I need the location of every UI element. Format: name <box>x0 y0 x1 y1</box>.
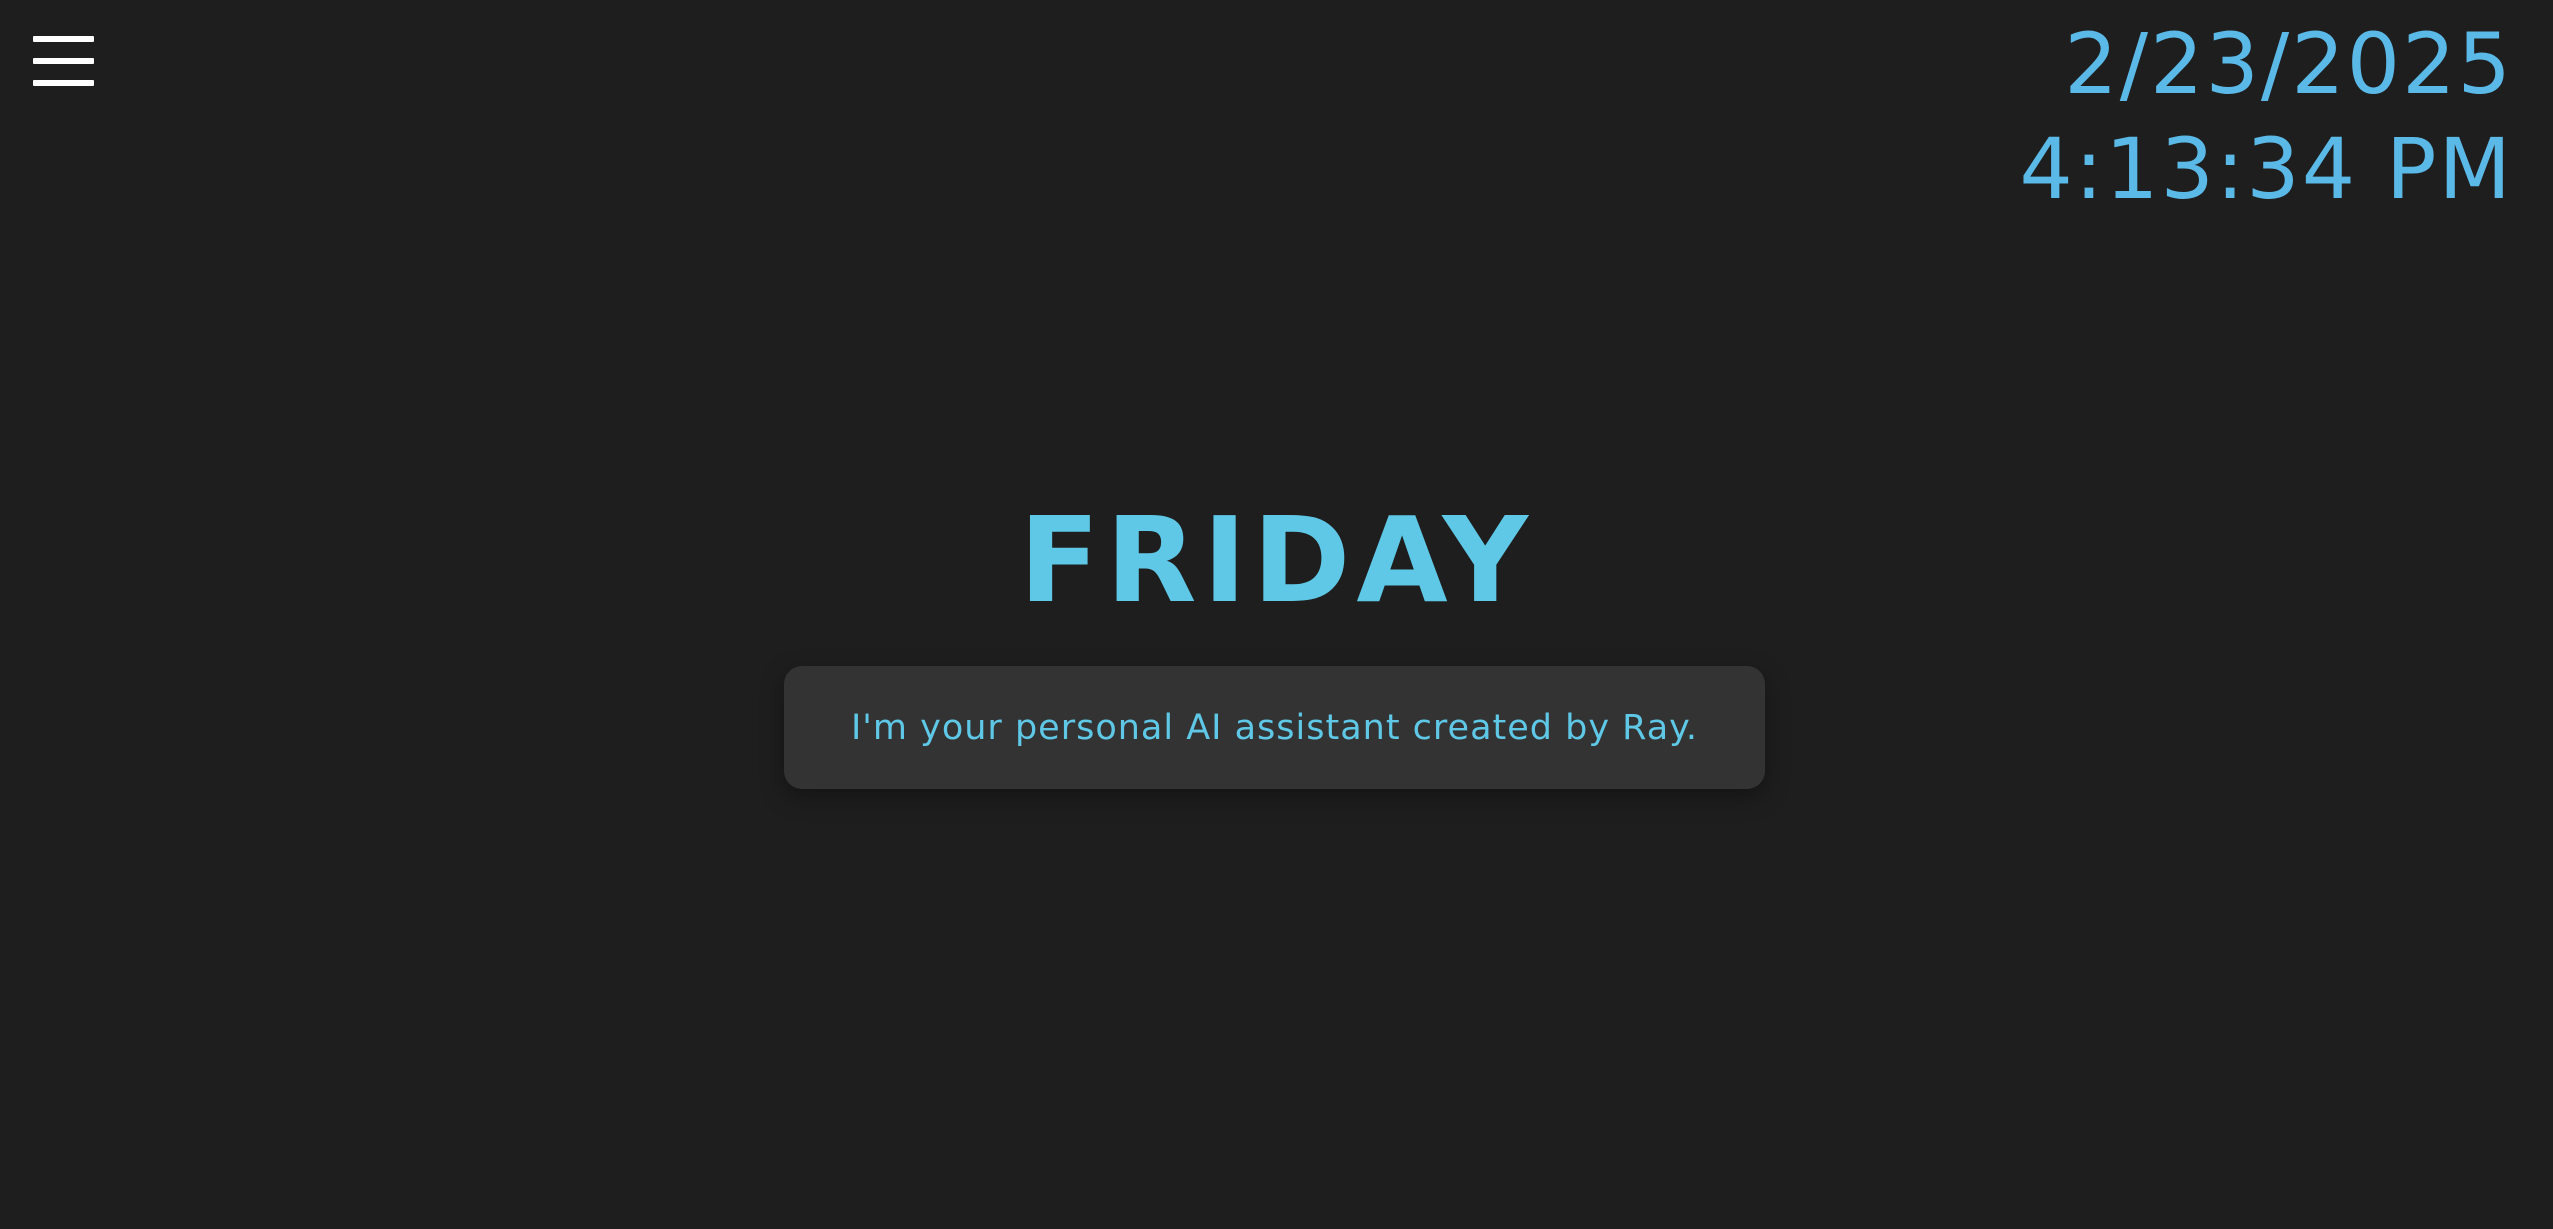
message-card: I'm your personal AI assistant created b… <box>784 666 1765 789</box>
datetime-display: 2/23/2025 4:13:34 PM <box>2019 14 2513 224</box>
assistant-title: FRIDAY <box>1019 491 1534 629</box>
assistant-message: I'm your personal AI assistant created b… <box>850 707 1699 748</box>
current-time: 4:13:34 PM <box>2019 120 2513 218</box>
menu-bar-bottom <box>33 80 94 86</box>
menu-bar-middle <box>33 58 94 64</box>
menu-bar-top <box>33 36 94 42</box>
hamburger-menu-icon[interactable] <box>33 36 94 86</box>
current-date: 2/23/2025 <box>2064 15 2513 113</box>
